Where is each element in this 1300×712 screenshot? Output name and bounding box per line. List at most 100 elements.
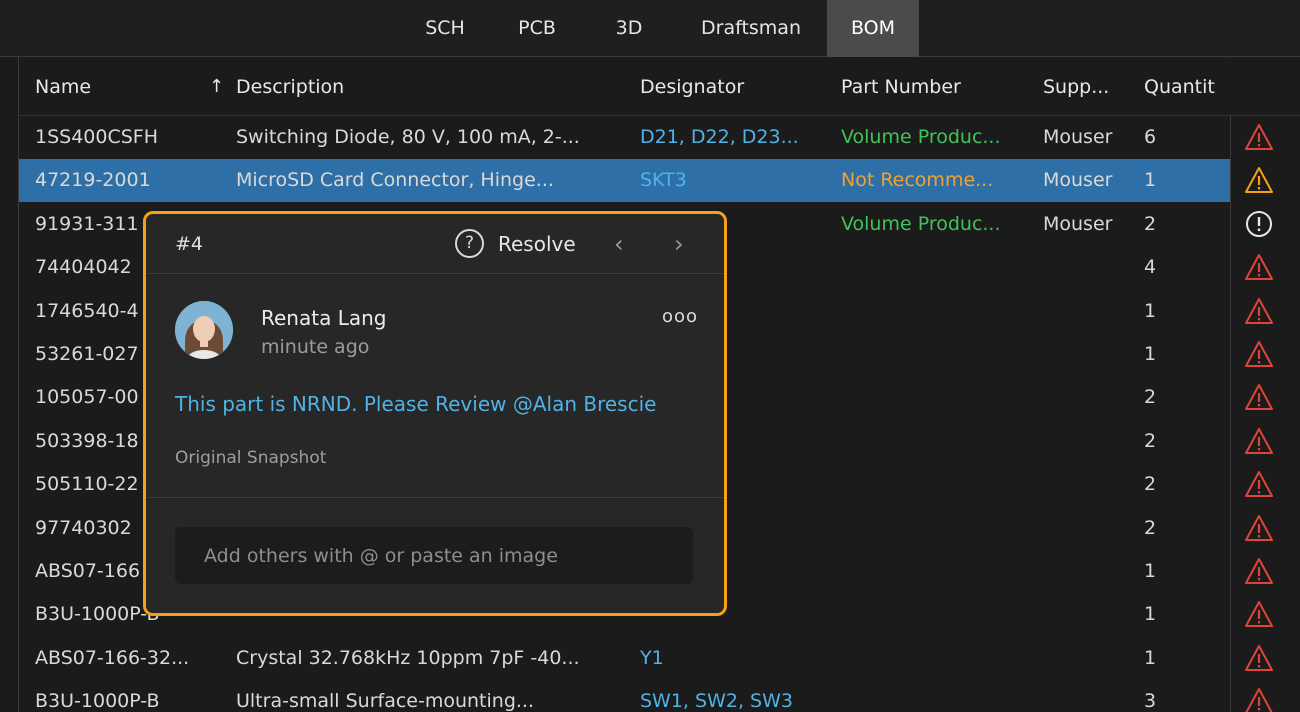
cell-description: Switching Diode, 80 V, 100 mA, 2-... (236, 126, 580, 148)
cell-part-number: Volume Produc... (841, 213, 1001, 235)
cell-part-number (841, 680, 1031, 712)
tab-bom[interactable]: BOM (827, 0, 919, 57)
cell-name: 1SS400CSFH (35, 126, 159, 148)
column-header-supplier[interactable]: Supp... (1043, 58, 1133, 116)
column-header-description[interactable]: Description (236, 58, 616, 116)
orange-warning-icon[interactable] (1244, 165, 1274, 195)
cell-supplier (1043, 680, 1115, 712)
view-tab-bar: SCH PCB 3D Draftsman BOM (0, 0, 1300, 57)
red-warning-icon[interactable] (1244, 469, 1274, 499)
cell-quantity: 6 (1144, 126, 1157, 148)
cell-supplier (1043, 463, 1115, 506)
cell-supplier: Mouser (1043, 169, 1113, 191)
cell-part-number (841, 507, 1031, 550)
cell-quantity: 2 (1144, 517, 1157, 539)
red-warning-icon[interactable] (1244, 686, 1274, 712)
cell-part-number (841, 246, 1031, 289)
cell-description: Ultra-small Surface-mounting... (236, 690, 534, 712)
next-comment-icon[interactable]: › (674, 214, 684, 274)
resolve-button[interactable]: Resolve (498, 214, 576, 274)
cell-part-number (841, 550, 1031, 593)
cell-quantity: 2 (1144, 386, 1157, 408)
tab-sch[interactable]: SCH (405, 0, 485, 57)
table-row[interactable]: 1SS400CSFH Switching Diode, 80 V, 100 mA,… (19, 116, 1230, 159)
comment-popup: #4 ? Resolve ‹ › Renata Lang minute ago … (143, 211, 727, 616)
cell-quantity: 2 (1144, 213, 1157, 235)
comment-text: This part is NRND. Please Review @Alan B… (175, 392, 657, 416)
cell-designator: SKT3 (640, 169, 687, 191)
cell-name: 47219-2001 (35, 169, 151, 191)
cell-name: ABS07-166-32... (35, 647, 190, 669)
cell-supplier (1043, 290, 1115, 333)
cell-part-number (841, 376, 1031, 419)
table-row[interactable]: 47219-2001 MicroSD Card Connector, Hinge.… (19, 159, 1230, 202)
cell-quantity: 1 (1144, 647, 1157, 669)
cell-supplier (1043, 420, 1115, 463)
red-warning-icon[interactable] (1244, 513, 1274, 543)
cell-quantity: 2 (1144, 430, 1157, 452)
cell-supplier (1043, 550, 1115, 593)
table-header: Name ↑ Description Designator Part Numbe… (19, 58, 1300, 116)
cell-part-number (841, 290, 1031, 333)
red-warning-icon[interactable] (1244, 556, 1274, 586)
comment-timestamp: minute ago (261, 336, 370, 358)
grid-border (1230, 57, 1231, 712)
cell-part-number (841, 333, 1031, 376)
cell-part-number (841, 420, 1031, 463)
cell-quantity: 2 (1144, 473, 1157, 495)
red-warning-icon[interactable] (1244, 122, 1274, 152)
cell-part-number (841, 593, 1031, 636)
comment-number: #4 (175, 233, 204, 255)
cell-supplier: Mouser (1043, 213, 1113, 235)
cell-name: B3U-1000P-B (35, 690, 160, 712)
red-warning-icon[interactable] (1244, 599, 1274, 629)
table-row[interactable]: B3U-1000P-B Ultra-small Surface-mounting.… (19, 680, 1230, 712)
red-warning-icon[interactable] (1244, 252, 1274, 282)
cell-designator: SW1, SW2, SW3 (640, 690, 793, 712)
tab-pcb[interactable]: PCB (499, 0, 575, 57)
cell-designator: Y1 (640, 647, 664, 669)
cell-quantity: 3 (1144, 690, 1157, 712)
cell-quantity: 1 (1144, 343, 1157, 365)
comment-popup-header: #4 ? Resolve ‹ › (146, 214, 724, 274)
red-warning-icon[interactable] (1244, 382, 1274, 412)
cell-supplier (1043, 333, 1115, 376)
cell-supplier (1043, 593, 1115, 636)
column-header-designator[interactable]: Designator (640, 58, 820, 116)
column-header-quantity[interactable]: Quantit (1144, 58, 1216, 116)
avatar (175, 301, 233, 359)
table-row[interactable]: ABS07-166-32... Crystal 32.768kHz 10ppm 7… (19, 637, 1230, 680)
cell-quantity: 1 (1144, 300, 1157, 322)
cell-quantity: 1 (1144, 560, 1157, 582)
cell-quantity: 4 (1144, 256, 1157, 278)
cell-part-number (841, 637, 1031, 680)
cell-supplier (1043, 507, 1115, 550)
cell-quantity: 1 (1144, 169, 1157, 191)
column-header-name[interactable]: Name (35, 58, 195, 116)
cell-quantity: 1 (1144, 603, 1157, 625)
column-header-part-number[interactable]: Part Number (841, 58, 1021, 116)
cell-supplier (1043, 376, 1115, 419)
tab-draftsman[interactable]: Draftsman (683, 0, 819, 57)
sort-ascending-icon[interactable]: ↑ (209, 58, 224, 116)
previous-comment-icon[interactable]: ‹ (614, 214, 624, 274)
divider (146, 497, 724, 498)
help-icon[interactable]: ? (455, 229, 484, 258)
more-options-icon[interactable]: ooo (662, 306, 698, 327)
cell-part-number: Volume Produc... (841, 126, 1001, 148)
cell-designator: D21, D22, D23... (640, 126, 799, 148)
cell-part-number: Not Recomme... (841, 169, 994, 191)
tab-3d[interactable]: 3D (599, 0, 659, 57)
comment-author: Renata Lang (261, 306, 387, 330)
cell-description: Crystal 32.768kHz 10ppm 7pF -40... (236, 647, 580, 669)
cell-supplier: Mouser (1043, 126, 1113, 148)
red-warning-icon[interactable] (1244, 296, 1274, 326)
info-circle-icon[interactable] (1244, 209, 1274, 239)
red-warning-icon[interactable] (1244, 643, 1274, 673)
cell-description: MicroSD Card Connector, Hinge... (236, 169, 554, 191)
red-warning-icon[interactable] (1244, 426, 1274, 456)
reply-input[interactable] (175, 527, 693, 584)
original-snapshot-link[interactable]: Original Snapshot (175, 448, 326, 468)
cell-part-number (841, 463, 1031, 506)
red-warning-icon[interactable] (1244, 339, 1274, 369)
